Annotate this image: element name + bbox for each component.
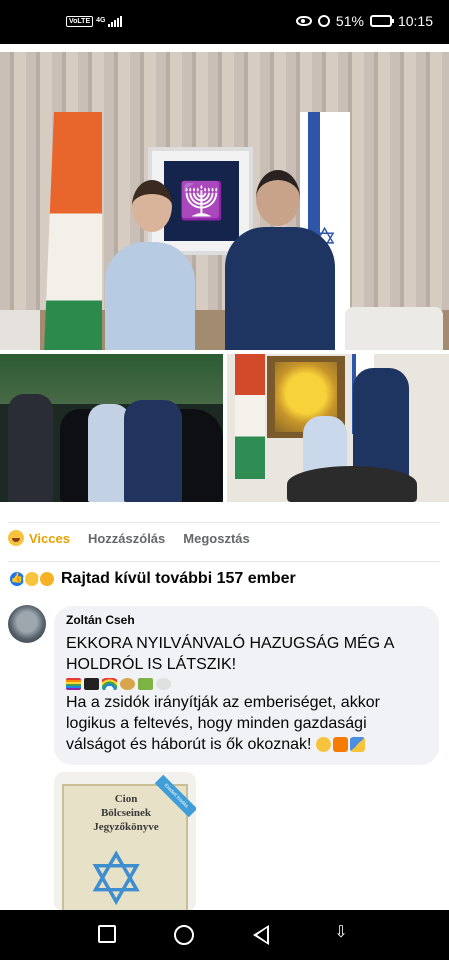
smiling-face-icon — [315, 737, 331, 753]
wow-icon — [38, 570, 56, 588]
man-figure — [225, 227, 335, 350]
woman-head — [132, 180, 172, 232]
dollar-banknote-icon — [138, 678, 153, 690]
trailing-emojis — [315, 737, 365, 753]
share-button[interactable]: Megosztás — [183, 531, 249, 546]
reaction-label: Vicces — [29, 530, 70, 546]
comment-attachment-image[interactable]: Cion Bölcseinek Jegyzőkönyve Eredeti kia… — [54, 772, 196, 912]
book-title-line: Bölcseinek — [100, 807, 152, 819]
rainbow-icon — [102, 678, 117, 690]
network-type: 4G — [96, 17, 106, 24]
bodyguard-figure — [8, 394, 53, 502]
recents-button[interactable] — [98, 925, 116, 943]
hungarian-flag — [42, 112, 102, 350]
chair-right — [345, 307, 443, 350]
notification-pull-icon[interactable]: ⇩ — [333, 925, 349, 943]
system-nav-bar: ⇩ — [0, 910, 449, 960]
man-figure-small — [124, 400, 182, 502]
signal-icon — [108, 15, 123, 27]
divider-top — [8, 522, 440, 523]
comment-label: Hozzászólás — [87, 530, 166, 546]
reaction-button[interactable]: Vicces — [8, 530, 70, 546]
pirate-flag-icon — [84, 678, 99, 690]
comment-text-body: Ha a zsidók irányítják az emberiséget, a… — [66, 692, 427, 755]
book-cover: Cion Bölcseinek Jegyzőkönyve Eredeti kia… — [62, 774, 196, 912]
divider-bottom — [8, 561, 440, 562]
woman-figure — [105, 242, 195, 350]
hungarian-flag-small — [235, 354, 265, 479]
desk — [287, 466, 417, 502]
book-title-line: Jegyzőkönyve — [93, 821, 159, 833]
status-right: 51% 10:15 — [295, 13, 433, 29]
clock: 10:15 — [397, 13, 433, 29]
signing-photo[interactable] — [227, 354, 449, 502]
money-bag-icon — [120, 678, 135, 690]
avatar[interactable] — [8, 605, 46, 643]
battery-icon — [369, 15, 394, 27]
haha-icon — [8, 530, 24, 546]
star-of-david-icon: ✡ — [86, 840, 147, 912]
chair-left — [0, 310, 40, 350]
reactions-summary[interactable]: 👍 Rajtad kívül további 157 ember — [8, 570, 296, 588]
performing-arts-icon — [349, 737, 365, 753]
signal-group: VoLTE 4G — [66, 15, 123, 27]
comment-author[interactable]: Zoltán Cseh — [66, 613, 427, 627]
man-head — [256, 170, 300, 226]
book-title: Cion Bölcseinek Jegyzőkönyve — [76, 792, 176, 834]
eye-icon — [295, 16, 312, 26]
skull-crossbones-icon — [156, 678, 171, 690]
comment-button[interactable]: Hozzászólás — [88, 531, 165, 546]
back-button[interactable] — [253, 925, 269, 945]
alarm-icon — [317, 15, 330, 27]
emoji-row — [66, 678, 427, 690]
arrival-photo[interactable] — [0, 354, 223, 502]
vs-button-icon — [332, 737, 348, 753]
battery-percent: 51% — [335, 13, 364, 29]
book-title-line: Cion — [114, 793, 138, 805]
main-photo[interactable]: 🕎 — [0, 52, 449, 350]
comment-bubble[interactable]: Zoltán Cseh EKKORA NYILVÁNVALÓ HAZUGSÁG … — [54, 606, 439, 765]
status-bar: VoLTE 4G 51% 10:15 — [0, 0, 449, 44]
reactions-count-text: Rajtad kívül további 157 ember — [61, 570, 296, 587]
man-standing — [353, 368, 409, 478]
rainbow-flag-icon — [66, 678, 81, 690]
home-button[interactable] — [174, 925, 194, 945]
menorah-icon: 🕎 — [164, 161, 239, 241]
volte-badge: VoLTE — [66, 15, 94, 27]
action-bar: Vicces Hozzászólás Megosztás — [8, 530, 268, 546]
share-label: Megosztás — [183, 530, 250, 546]
comment-text-caps: EKKORA NYILVÁNVALÓ HAZUGSÁG MÉG A HOLDRÓ… — [66, 635, 394, 673]
